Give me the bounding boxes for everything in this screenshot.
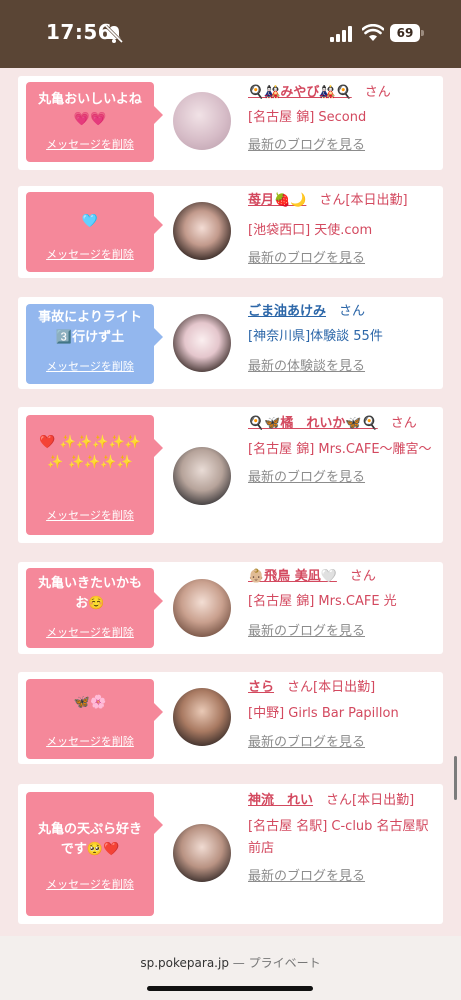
name-suffix: さん <box>364 85 391 100</box>
profile-name-link[interactable]: 👶🏼飛鳥 美凪🤍 <box>248 569 337 584</box>
profile-info: 🍳🦋橘 れいか🦋🍳 さん [名古屋 錦] Mrs.CAFE～雕宮～ 最新のブログ… <box>248 413 434 488</box>
delete-message-link[interactable]: メッセージを削除 <box>26 876 154 892</box>
shop-label: [池袋西口] 天使.com <box>248 223 373 238</box>
address-bar[interactable]: sp.pokepara.jp — プライベート <box>0 954 461 971</box>
name-suffix: さん <box>390 416 417 431</box>
name-suffix: さん[本日出勤] <box>319 193 408 208</box>
profile-info: 👶🏼飛鳥 美凪🤍 さん [名古屋 錦] Mrs.CAFE 光 最新のブログを見る <box>248 566 434 642</box>
profile-info: 🍳🎎みやび🎎🍳 さん [名古屋 錦] Second 最新のブログを見る <box>248 82 434 156</box>
avatar[interactable] <box>173 314 231 372</box>
battery-level: 69 <box>390 24 420 42</box>
shop-label: [名古屋 名駅] C-club 名古屋駅前店 <box>248 819 429 856</box>
site-domain: sp.pokepara.jp <box>140 956 229 970</box>
profile-name-link[interactable]: ごま油あけみ <box>248 304 326 319</box>
private-label: — プライベート <box>232 956 321 970</box>
delete-message-link[interactable]: メッセージを削除 <box>26 358 154 374</box>
shop-label: [中野] Girls Bar Papillon <box>248 706 399 721</box>
profile-name-link[interactable]: 🍳🦋橘 れいか🦋🍳 <box>248 416 378 431</box>
browser-bottom-bar: sp.pokepara.jp — プライベート <box>0 936 461 1000</box>
message-card: 丸亀いきたいかもお☺️ メッセージを削除 👶🏼飛鳥 美凪🤍 さん [名古屋 錦]… <box>18 562 443 654</box>
profile-info: ごま油あけみ さん [神奈川県]体験談 55件 最新の体験談を見る <box>248 301 434 377</box>
profile-info: さら さん[本日出勤] [中野] Girls Bar Papillon 最新のブ… <box>248 677 434 753</box>
avatar[interactable] <box>173 579 231 637</box>
delete-message-link[interactable]: メッセージを削除 <box>26 136 154 152</box>
message-card: 丸亀おいしいよね💗💗 メッセージを削除 🍳🎎みやび🎎🍳 さん [名古屋 錦] S… <box>18 76 443 170</box>
status-bar: 17:56 69 <box>0 0 461 68</box>
message-text: ❤️ ✨✨✨✨✨✨ ✨✨✨✨ <box>39 435 141 470</box>
message-text: 丸亀いきたいかもお☺️ <box>37 576 142 611</box>
message-text: 🩵 <box>81 214 99 229</box>
profile-info: 神流 れい さん[本日出勤] [名古屋 名駅] C-club 名古屋駅前店 最新… <box>248 790 434 887</box>
home-indicator[interactable] <box>147 986 313 991</box>
profile-name-link[interactable]: 神流 れい <box>248 793 313 808</box>
profile-name-link[interactable]: さら <box>248 680 274 695</box>
status-time: 17:56 <box>46 20 113 44</box>
avatar[interactable] <box>173 688 231 746</box>
message-bubble: 丸亀の天ぷら好きです🥺❤️ メッセージを削除 <box>26 792 163 916</box>
message-card: ❤️ ✨✨✨✨✨✨ ✨✨✨✨ メッセージを削除 🍳🦋橘 れいか🦋🍳 さん [名古… <box>18 407 443 543</box>
latest-blog-link[interactable]: 最新のブログを見る <box>248 249 434 269</box>
latest-blog-link[interactable]: 最新のブログを見る <box>248 622 434 642</box>
message-bubble: ❤️ ✨✨✨✨✨✨ ✨✨✨✨ メッセージを削除 <box>26 415 163 535</box>
avatar[interactable] <box>173 92 231 150</box>
latest-blog-link[interactable]: 最新のブログを見る <box>248 136 434 156</box>
message-card: 🩵 メッセージを削除 苺月🍓🌙 さん[本日出勤] [池袋西口] 天使.com 最… <box>18 186 443 278</box>
latest-blog-link[interactable]: 最新のブログを見る <box>248 867 434 887</box>
avatar[interactable] <box>173 824 231 882</box>
latest-blog-link[interactable]: 最新のブログを見る <box>248 468 434 488</box>
latest-review-link[interactable]: 最新の体験談を見る <box>248 357 434 377</box>
latest-blog-link[interactable]: 最新のブログを見る <box>248 733 434 753</box>
bell-muted-icon <box>104 24 124 44</box>
signal-icon <box>330 26 352 42</box>
shop-label: [神奈川県]体験談 55件 <box>248 329 383 344</box>
message-text: 事故によりライト3️⃣行けず土 <box>38 310 142 345</box>
message-card: 事故によりライト3️⃣行けず土 メッセージを削除 ごま油あけみ さん [神奈川県… <box>18 297 443 389</box>
message-feed[interactable]: 丸亀おいしいよね💗💗 メッセージを削除 🍳🎎みやび🎎🍳 さん [名古屋 錦] S… <box>0 68 461 936</box>
profile-name-link[interactable]: 🍳🎎みやび🎎🍳 <box>248 85 352 100</box>
message-bubble: 事故によりライト3️⃣行けず土 メッセージを削除 <box>26 304 163 384</box>
name-suffix: さん <box>339 304 366 319</box>
message-text: 丸亀の天ぷら好きです🥺❤️ <box>37 822 142 857</box>
name-suffix: さん[本日出勤] <box>326 793 415 808</box>
name-suffix: さん[本日出勤] <box>287 680 376 695</box>
profile-name-link[interactable]: 苺月🍓🌙 <box>248 193 306 208</box>
battery-icon: 69 <box>390 24 424 42</box>
wifi-icon <box>362 24 384 41</box>
shop-label: [名古屋 錦] Mrs.CAFE～雕宮～ <box>248 442 432 457</box>
message-text: 丸亀おいしいよね💗💗 <box>38 92 142 127</box>
message-bubble: 🩵 メッセージを削除 <box>26 192 163 272</box>
delete-message-link[interactable]: メッセージを削除 <box>26 624 154 640</box>
avatar[interactable] <box>173 202 231 260</box>
shop-label: [名古屋 錦] Second <box>248 110 367 125</box>
message-card: 丸亀の天ぷら好きです🥺❤️ メッセージを削除 神流 れい さん[本日出勤] [名… <box>18 784 443 924</box>
avatar[interactable] <box>173 447 231 505</box>
message-bubble: 🦋🌸 メッセージを削除 <box>26 679 163 759</box>
message-card: 🦋🌸 メッセージを削除 さら さん[本日出勤] [中野] Girls Bar P… <box>18 672 443 764</box>
message-bubble: 丸亀いきたいかもお☺️ メッセージを削除 <box>26 568 163 648</box>
shop-label: [名古屋 錦] Mrs.CAFE 光 <box>248 594 397 609</box>
name-suffix: さん <box>349 569 376 584</box>
delete-message-link[interactable]: メッセージを削除 <box>26 733 154 749</box>
delete-message-link[interactable]: メッセージを削除 <box>26 507 154 523</box>
message-text: 🦋🌸 <box>73 695 107 710</box>
profile-info: 苺月🍓🌙 さん[本日出勤] [池袋西口] 天使.com 最新のブログを見る <box>248 190 434 269</box>
message-bubble: 丸亀おいしいよね💗💗 メッセージを削除 <box>26 82 163 162</box>
scrollbar-thumb[interactable] <box>454 756 457 800</box>
delete-message-link[interactable]: メッセージを削除 <box>26 246 154 262</box>
